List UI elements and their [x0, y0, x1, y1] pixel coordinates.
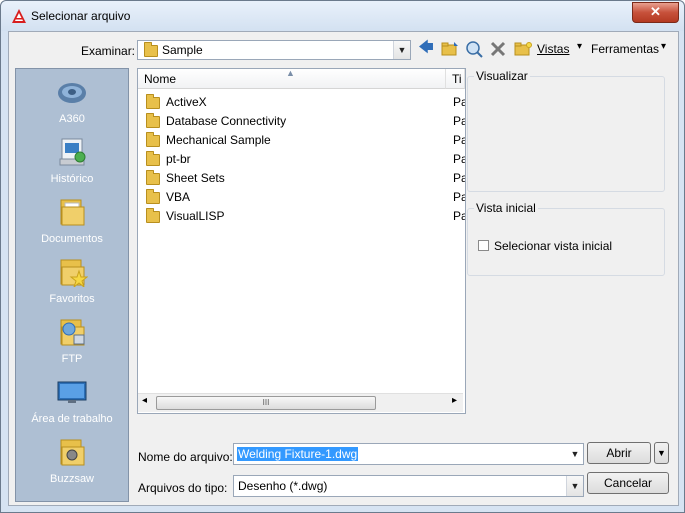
file-list[interactable]: Nome ▲ Ti ActiveX Database Connectivity …	[137, 68, 466, 414]
filename-label: Nome do arquivo:	[138, 450, 233, 464]
look-in-combobox[interactable]: Sample ▼	[137, 40, 411, 60]
list-item[interactable]: VBA	[146, 188, 190, 207]
folder-icon	[146, 131, 160, 147]
type-cell: Pa	[453, 190, 465, 204]
back-arrow-icon[interactable]: 🡄	[417, 39, 435, 57]
filename-input[interactable]: Welding Fixture-1.dwg	[237, 447, 359, 461]
folder-icon	[144, 42, 158, 57]
scroll-left-icon[interactable]: ◂	[142, 395, 147, 406]
place-label: FTP	[61, 353, 83, 365]
tools-menu[interactable]: Ferramentas	[591, 42, 659, 56]
tools-dropdown-caret[interactable]: ▾	[661, 41, 666, 52]
type-cell: Pa	[453, 209, 465, 223]
scroll-thumb[interactable]: III	[156, 396, 376, 410]
search-web-icon[interactable]	[465, 40, 483, 58]
filename-combobox[interactable]: Welding Fixture-1.dwg ▼	[233, 443, 584, 465]
close-button[interactable]: ✕	[632, 2, 679, 23]
folder-icon	[146, 188, 160, 204]
window-title: Selecionar arquivo	[31, 9, 131, 23]
look-in-label: Examinar:	[81, 44, 136, 58]
place-buzzsaw[interactable]: Buzzsaw	[16, 431, 128, 491]
title-bar[interactable]: Selecionar arquivo ✕	[1, 1, 684, 31]
look-in-value: Sample	[162, 43, 203, 57]
place-label: Favoritos	[49, 293, 95, 305]
folder-icon	[146, 169, 160, 185]
type-cell: Pa	[453, 152, 465, 166]
dialog-window: Selecionar arquivo ✕ Examinar: Sample ▼ …	[0, 0, 685, 513]
select-initial-view-checkbox[interactable]	[478, 240, 489, 251]
chevron-down-icon[interactable]: ▼	[393, 41, 410, 59]
horizontal-scrollbar[interactable]: ◂ III ▸	[138, 393, 463, 412]
place-documents[interactable]: Documentos	[16, 191, 128, 251]
place-label: Buzzsaw	[49, 473, 95, 485]
history-icon	[59, 138, 86, 166]
place-ftp[interactable]: FTP	[16, 311, 128, 371]
chevron-down-icon[interactable]: ▼	[567, 444, 583, 464]
column-header-name[interactable]: Nome ▲	[138, 69, 446, 89]
new-folder-icon[interactable]	[514, 41, 532, 57]
type-cell: Pa	[453, 114, 465, 128]
views-dropdown-caret[interactable]: ▾	[577, 41, 582, 52]
place-history[interactable]: Histórico	[16, 131, 128, 191]
place-favorites[interactable]: Favoritos	[16, 251, 128, 311]
place-label: Área de trabalho	[31, 413, 113, 425]
scroll-right-icon[interactable]: ▸	[452, 395, 457, 406]
list-item[interactable]: Sheet Sets	[146, 169, 225, 188]
preview-title: Visualizar	[474, 69, 530, 83]
initial-view-title: Vista inicial	[474, 201, 538, 215]
places-sidebar: A360 Histórico Documentos Favoritos FTP …	[15, 68, 129, 502]
buzzsaw-icon	[60, 439, 85, 466]
type-cell: Pa	[453, 133, 465, 147]
filetype-select[interactable]: Desenho (*.dwg) ▼	[233, 475, 584, 497]
column-header-type[interactable]: Ti	[446, 69, 465, 89]
folder-icon	[146, 93, 160, 109]
type-cell: Pa	[453, 95, 465, 109]
open-options-dropdown[interactable]: ▼	[654, 442, 669, 464]
initial-view-group: Vista inicial Selecionar vista inicial	[467, 201, 665, 276]
desktop-icon	[57, 381, 87, 403]
ftp-icon	[60, 319, 85, 346]
up-folder-icon[interactable]	[441, 41, 459, 57]
list-item[interactable]: ActiveX	[146, 93, 207, 112]
list-item[interactable]: pt-br	[146, 150, 191, 169]
chevron-down-icon[interactable]: ▼	[566, 476, 583, 496]
filetype-label: Arquivos do tipo:	[138, 481, 228, 495]
cancel-button[interactable]: Cancelar	[587, 472, 669, 494]
place-label: Histórico	[50, 173, 94, 185]
documents-folder-icon	[60, 199, 85, 226]
open-button[interactable]: Abrir	[587, 442, 651, 464]
select-initial-view-label[interactable]: Selecionar vista inicial	[494, 239, 612, 253]
sort-ascending-icon: ▲	[286, 68, 295, 78]
folder-icon	[146, 150, 160, 166]
type-cell: Pa	[453, 171, 465, 185]
list-item[interactable]: Mechanical Sample	[146, 131, 271, 150]
filetype-value: Desenho (*.dwg)	[238, 479, 328, 493]
favorites-folder-icon	[60, 259, 88, 287]
autocad-app-icon	[12, 9, 26, 23]
folder-icon	[146, 112, 160, 128]
list-item[interactable]: Database Connectivity	[146, 112, 286, 131]
place-label: A360	[59, 113, 85, 125]
a360-cloud-icon	[58, 83, 86, 103]
list-item[interactable]: VisualLISP	[146, 207, 224, 226]
dialog-client-area: Examinar: Sample ▼ 🡄 Vistas ▾ Ferramenta…	[8, 31, 679, 506]
place-desktop[interactable]: Área de trabalho	[16, 371, 128, 431]
preview-group: Visualizar	[467, 69, 665, 192]
place-label: Documentos	[41, 233, 103, 245]
folder-icon	[146, 207, 160, 223]
views-menu[interactable]: Vistas	[537, 42, 569, 56]
place-a360[interactable]: A360	[16, 71, 128, 131]
delete-icon[interactable]	[490, 41, 506, 57]
